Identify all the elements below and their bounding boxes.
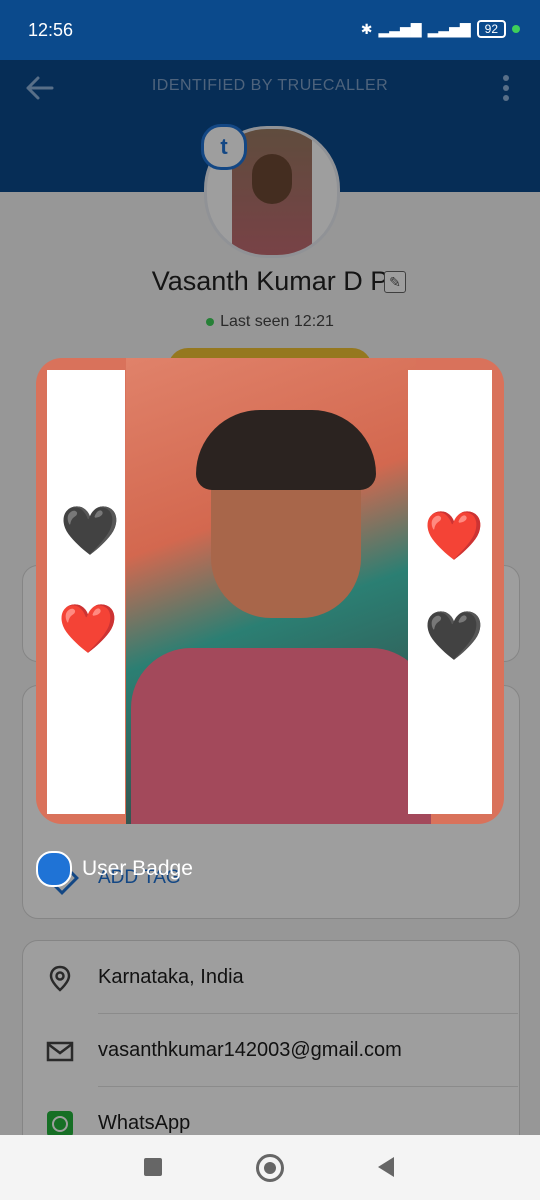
privacy-dot-icon: [512, 25, 520, 33]
user-badge: User Badge: [36, 851, 193, 887]
red-heart-icon: ❤️: [424, 510, 484, 563]
recents-button[interactable]: [144, 1158, 162, 1176]
bluetooth-icon: ✱: [360, 20, 373, 37]
home-inner-dot: [264, 1162, 276, 1174]
profile-photo-viewer[interactable]: 🖤 ❤️ ❤️ 🖤: [36, 358, 504, 824]
status-icons: ✱ ▂▃▅▇ ▂▃▅▇ 92: [361, 20, 520, 38]
status-bar: 12:56 ✱ ▂▃▅▇ ▂▃▅▇ 92: [0, 0, 540, 60]
status-time: 12:56: [28, 20, 74, 40]
signal-icon: ▂▃▅▇: [378, 20, 422, 37]
battery-indicator: 92: [476, 20, 506, 38]
back-nav-icon[interactable]: [376, 1156, 396, 1178]
photo-person-shirt: [131, 648, 431, 824]
red-heart-icon: ❤️: [58, 603, 118, 656]
left-heart-stripe: [47, 370, 125, 814]
signal-icon-2: ▂▃▅▇: [427, 20, 471, 37]
photo-person-hair: [196, 410, 376, 490]
system-nav-bar: [0, 1135, 540, 1200]
right-heart-stripe: [408, 370, 492, 814]
black-heart-icon: 🖤: [424, 610, 484, 663]
black-heart-icon: 🖤: [60, 505, 120, 558]
user-badge-icon: [36, 851, 72, 887]
user-badge-label: User Badge: [82, 857, 193, 880]
home-button[interactable]: [256, 1154, 284, 1182]
